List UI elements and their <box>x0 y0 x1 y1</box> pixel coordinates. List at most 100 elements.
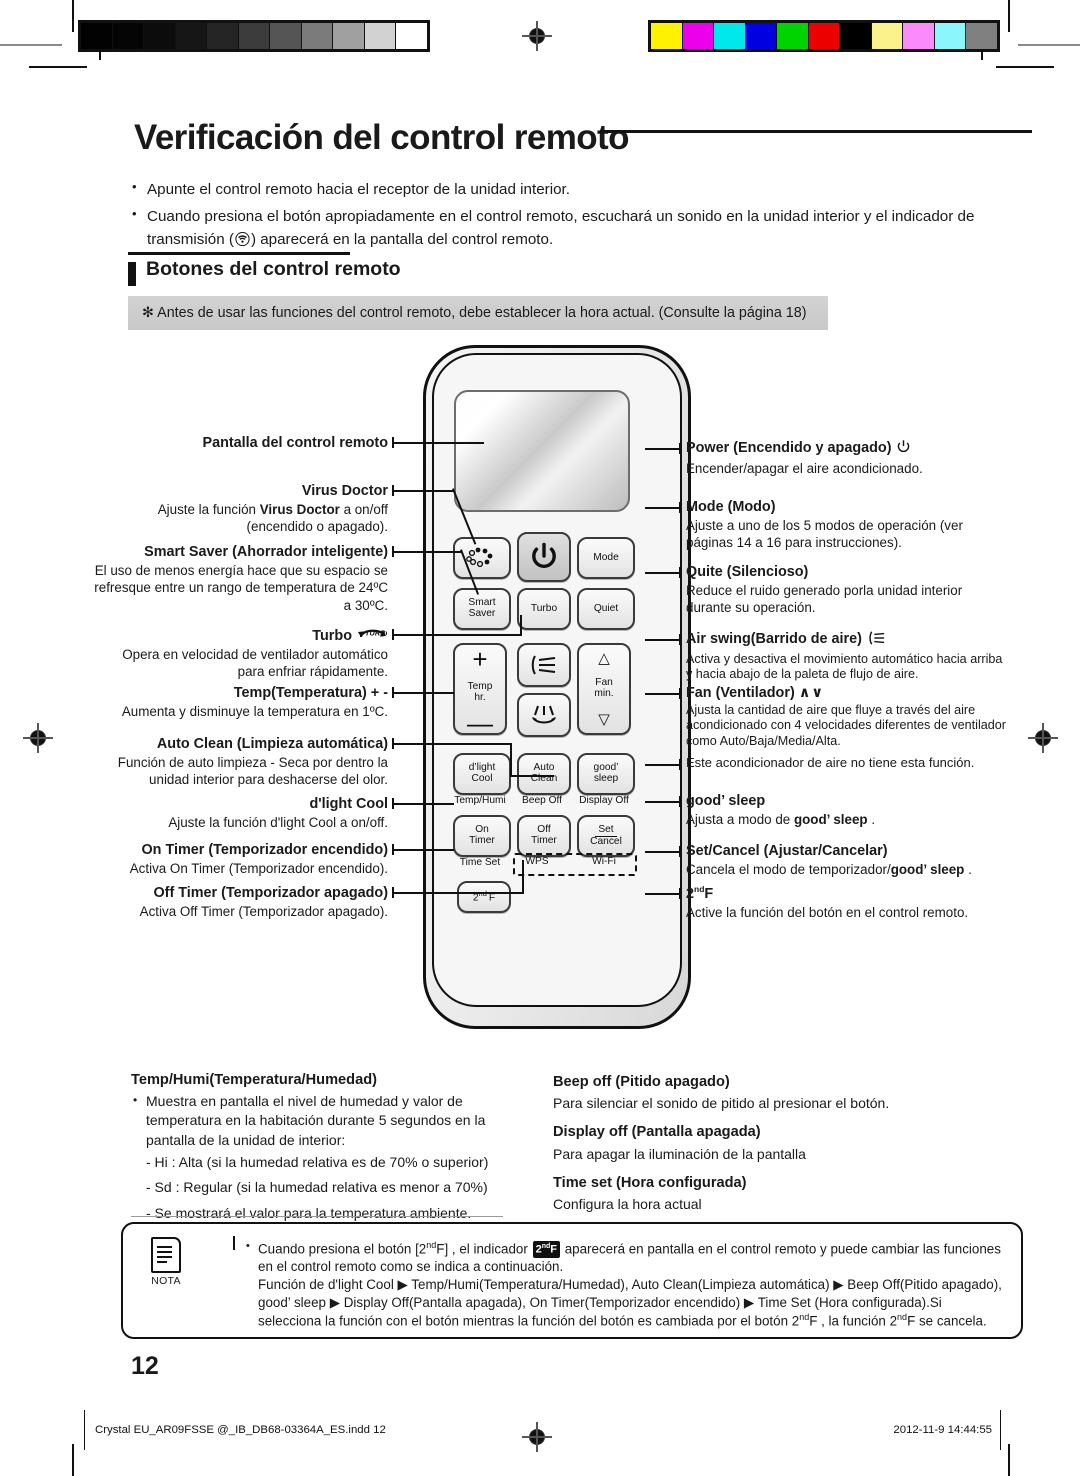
section-heading-label: Botones del control remoto <box>146 258 401 280</box>
grayscale-swatch <box>301 23 334 49</box>
button-dlight-cool-label: d’light Cool <box>468 762 496 784</box>
leader-turbo-a <box>394 634 522 636</box>
prerequisite-note-bar: ✻ Antes de usar las funciones del contro… <box>128 296 828 330</box>
section-heading: Botones del control remoto <box>128 252 401 286</box>
button-auto-clean[interactable]: Auto Clean <box>517 753 571 795</box>
registration-mark-top <box>522 21 552 51</box>
callout-second-function-heading: 2ndF <box>686 884 714 902</box>
color-swatch <box>934 23 967 49</box>
callout-unavailable-function: Este acondicionador de aire no tiene est… <box>686 755 975 770</box>
leader-smart-saver-a <box>394 551 462 553</box>
callout-good-sleep: good’ sleep Ajusta a modo de good’ sleep… <box>686 792 986 828</box>
callout-mode: Mode (Modo) Ajuste a uno de los 5 modos … <box>686 499 963 551</box>
button-air-swing-vertical[interactable] <box>517 643 571 687</box>
callout-tick-second-function <box>679 888 682 899</box>
bottom-right-column: Beep off (Pitido apagado) Para silenciar… <box>553 1072 973 1215</box>
nota-paragraph-1: Cuando presiona el botón [2ndF] , el ind… <box>245 1239 1007 1276</box>
callout-tick-unavailable-function <box>679 759 682 770</box>
beep-off-desc: Para silenciar el sonido de pitido al pr… <box>553 1095 890 1112</box>
callout-power: Power (Encendido y apagado) Encender/apa… <box>686 439 923 476</box>
temp-humi-sub-3: - Se mostrará el valor para la temperatu… <box>146 1204 472 1221</box>
button-quiet[interactable]: Quiet <box>577 588 635 630</box>
button-power[interactable] <box>517 532 571 582</box>
leader-second-function <box>645 893 681 895</box>
temp-plus-icon[interactable]: + <box>472 646 487 672</box>
callout-tick-power <box>679 443 682 454</box>
button-cancel-label: Cancel <box>590 835 622 847</box>
button-air-swing-horizontal[interactable] <box>517 693 571 737</box>
callout-set-cancel-desc: Cancela el modo de temporizador/good’ sl… <box>686 861 972 877</box>
grayscale-calibration-bar <box>78 20 430 52</box>
callout-tick-good-sleep <box>679 796 682 807</box>
leader-auto-clean-c <box>510 775 554 777</box>
nota-divider <box>233 1236 235 1250</box>
registration-mark-left <box>23 723 53 753</box>
transmission-icon <box>235 230 250 254</box>
button-dlight-cool[interactable]: d’light Cool <box>453 753 511 795</box>
button-turbo-label: Turbo <box>530 602 558 614</box>
prerequisite-note-text: ✻ Antes de usar las funciones del contro… <box>142 305 807 321</box>
crop-mark-top-right-h <box>1018 44 1080 46</box>
color-swatch <box>840 23 872 49</box>
power-symbol-icon <box>896 439 911 460</box>
color-swatch <box>903 23 935 49</box>
leader-set-cancel <box>645 851 681 853</box>
page-title: Verificación del control remoto <box>134 118 629 157</box>
temp-minus-icon[interactable]: — <box>467 709 493 736</box>
callout-set-cancel: Set/Cancel (Ajustar/Cancelar) Cancela el… <box>686 842 1006 878</box>
crop-mark-top-right-h2 <box>996 66 1054 68</box>
nota-box: NOTA Cuando presiona el botón [2ndF] , e… <box>121 1222 1023 1339</box>
button-second-function[interactable]: 2nd F <box>457 881 511 913</box>
button-virus-doctor[interactable] <box>453 537 511 579</box>
callout-temp: Temp(Temperatura) + - Aumenta y disminuy… <box>121 685 388 719</box>
button-on-timer[interactable]: On Timer <box>453 815 511 857</box>
fan-up-icon[interactable]: △ <box>598 651 610 666</box>
page-number: 12 <box>131 1352 159 1380</box>
color-swatch <box>966 23 998 49</box>
temp-humi-heading: Temp/Humi(Temperatura/Humedad) <box>131 1072 377 1088</box>
button-turbo[interactable]: Turbo <box>517 588 571 630</box>
button-on-timer-label: On Timer <box>469 824 495 846</box>
callout-turbo: Turbo TURBO Opera en velocidad de ventil… <box>110 626 392 681</box>
intro-bullet-2: Cuando presiona el botón apropiadamente … <box>130 204 1035 254</box>
air-swing-horizontal-icon <box>532 705 556 724</box>
nota-paragraph-2: Función de d'light Cool ▶ Temp/Humi(Temp… <box>258 1277 1002 1329</box>
button-smart-saver[interactable]: Smart Saver <box>453 588 511 630</box>
sublabel-wifi: Wi-Fi <box>592 856 616 867</box>
button-off-timer[interactable]: Off Timer <box>517 815 571 857</box>
grayscale-swatch <box>364 23 397 49</box>
button-good-sleep[interactable]: good’ sleep <box>577 753 635 795</box>
turbo-icon: TURBO <box>356 626 392 643</box>
callout-virus-doctor-desc: Ajuste la función Virus Doctor a on/off … <box>157 501 388 535</box>
leader-off-timer-b <box>522 860 524 894</box>
footer-rule-right <box>1000 1410 1001 1450</box>
registration-mark-bottom <box>522 1422 552 1452</box>
button-set-cancel[interactable]: Set Cancel <box>577 815 635 857</box>
callout-on-timer: On Timer (Temporizador encendido) Activa… <box>129 842 388 876</box>
leader-air-swing <box>645 639 681 641</box>
color-swatch <box>808 23 841 49</box>
fan-down-icon[interactable]: ▽ <box>598 712 610 727</box>
bottom-left-divider <box>131 1216 503 1218</box>
callout-fan: Fan (Ventilador) ∧∨ Ajusta la cantidad d… <box>686 685 1006 748</box>
callout-off-timer: Off Timer (Temporizador apagado) Activa … <box>139 885 388 919</box>
leader-auto-clean-a <box>394 743 512 745</box>
color-swatch <box>745 23 778 49</box>
nota-body: Cuando presiona el botón [2ndF] , el ind… <box>245 1239 1007 1330</box>
time-set-desc: Configura la hora actual <box>553 1196 702 1212</box>
leader-remote-display <box>394 442 484 444</box>
callout-tick-air-swing <box>679 634 682 645</box>
footer-filename: Crystal EU_AR09FSSE @_IB_DB68-03364A_ES.… <box>95 1424 386 1436</box>
callout-tick-set-cancel <box>679 846 682 857</box>
button-set-label: Set <box>595 824 617 837</box>
button-temp-rocker[interactable]: + Temp hr. — <box>453 643 507 736</box>
color-calibration-bar <box>648 20 1000 52</box>
grayscale-swatch <box>207 23 239 49</box>
leader-virus-doctor-a <box>394 490 454 492</box>
button-fan-rocker[interactable]: △ Fan min. ▽ <box>577 643 631 735</box>
button-mode[interactable]: Mode <box>577 537 635 579</box>
crop-mark-top-left-v <box>72 0 74 32</box>
callout-smart-saver: Smart Saver (Ahorrador inteligente) El u… <box>94 544 388 613</box>
second-function-badge: 2ndF <box>532 1240 560 1259</box>
air-swing-symbol-icon <box>868 630 886 652</box>
